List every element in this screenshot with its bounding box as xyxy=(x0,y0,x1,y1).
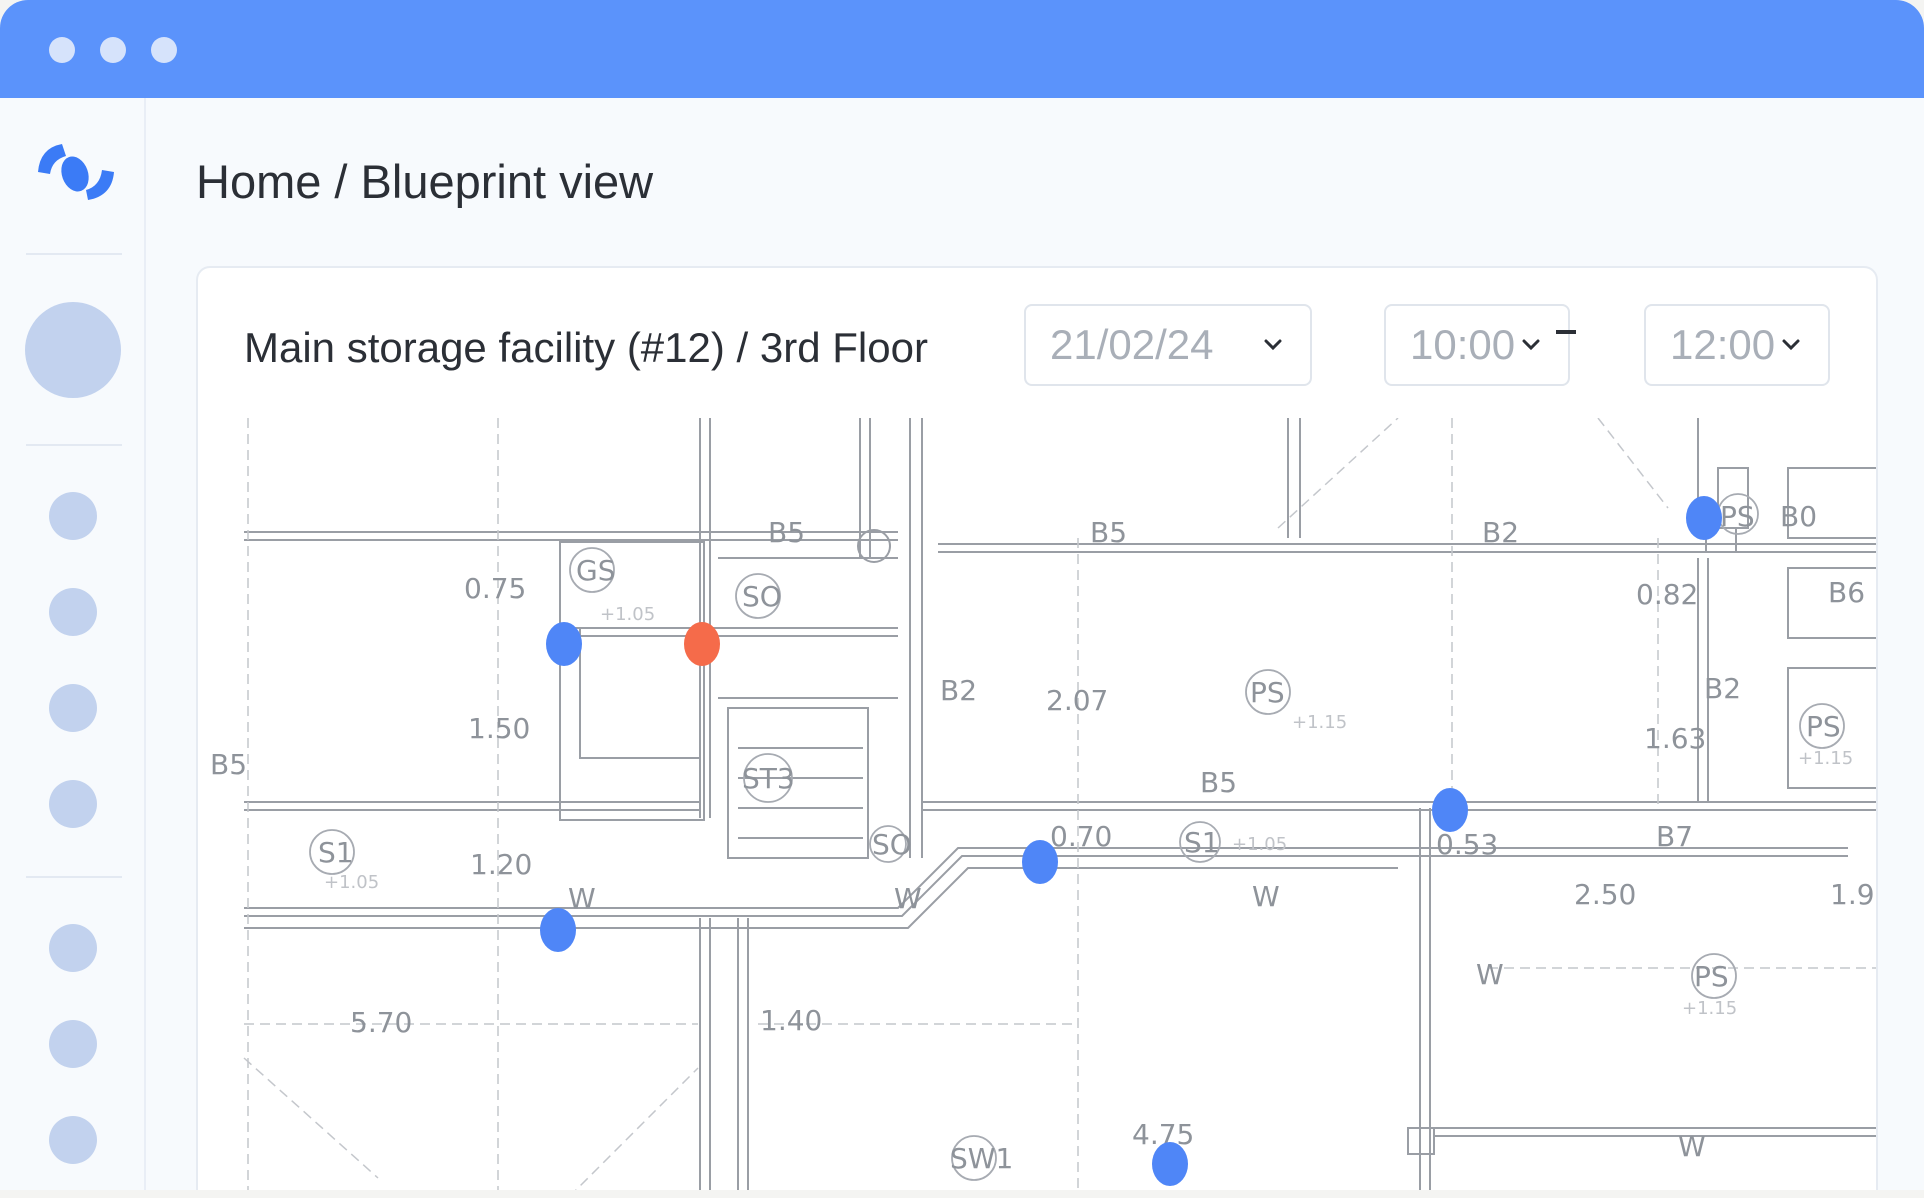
room-label: B2 xyxy=(940,674,977,707)
elevation-label: +1.05 xyxy=(1232,834,1287,855)
sensor-markers xyxy=(540,496,1722,1186)
brand-logo-icon[interactable] xyxy=(30,138,120,208)
sidebar-divider xyxy=(26,876,122,878)
user-avatar[interactable] xyxy=(25,302,121,398)
dimension-label: 2.50 xyxy=(1574,878,1636,911)
sidebar xyxy=(0,98,146,1190)
window-close-dot-icon[interactable] xyxy=(49,37,75,63)
room-label: SO xyxy=(872,828,912,861)
dimension-label: 1.40 xyxy=(760,1004,822,1037)
room-label: B2 xyxy=(1704,672,1741,705)
sidebar-nav-item-1[interactable] xyxy=(49,492,97,540)
time-from-value: 10:00 xyxy=(1410,321,1516,368)
elevation-label: +1.15 xyxy=(1292,712,1347,733)
dimension-label: 2.07 xyxy=(1046,684,1108,717)
blueprint-map[interactable]: B5 B5 B2 B0 B6 B5 B2 B2 B5 B7 GS SO SO S… xyxy=(198,418,1876,1190)
room-label: B5 xyxy=(210,748,247,781)
room-label: PS xyxy=(1694,960,1729,993)
sensor-marker[interactable] xyxy=(1022,840,1058,884)
wall-label: W xyxy=(894,882,922,915)
elevation-label: +1.15 xyxy=(1682,998,1737,1019)
window-titlebar xyxy=(0,0,1924,98)
room-label: B5 xyxy=(1200,766,1237,799)
room-label: PS xyxy=(1250,676,1285,709)
dimension-label: 1.9 xyxy=(1830,878,1875,911)
room-label: PS xyxy=(1720,500,1755,533)
room-label: B0 xyxy=(1780,500,1817,533)
room-label: B5 xyxy=(768,516,805,549)
sensor-marker-alert[interactable] xyxy=(684,622,720,666)
time-from-select[interactable]: 10:00 xyxy=(1384,304,1570,386)
elevation-label: +1.05 xyxy=(324,872,379,893)
facility-title: Main storage facility (#12) / 3rd Floor xyxy=(244,324,928,371)
wall-label: W xyxy=(1252,880,1280,913)
time-to-select[interactable]: 12:00 xyxy=(1644,304,1830,386)
room-label: SW1 xyxy=(950,1142,1013,1175)
dimension-label: 0.53 xyxy=(1436,828,1498,861)
dimension-label: 1.50 xyxy=(468,712,530,745)
dimension-label: 0.75 xyxy=(464,572,526,605)
sensor-marker[interactable] xyxy=(1152,1142,1188,1186)
room-label: B2 xyxy=(1482,516,1519,549)
blueprint-gridlines xyxy=(243,418,1876,1190)
breadcrumb: Home / Blueprint view xyxy=(196,155,654,208)
dimension-label: 1.63 xyxy=(1644,722,1706,755)
chevron-down-icon xyxy=(1264,339,1282,351)
room-label: ST3 xyxy=(742,762,795,795)
chevron-down-icon xyxy=(1522,339,1540,351)
sensor-marker[interactable] xyxy=(540,908,576,952)
sidebar-nav-item-4[interactable] xyxy=(49,780,97,828)
sidebar-divider xyxy=(26,253,122,255)
dimension-label: 1.20 xyxy=(470,848,532,881)
blueprint-walls xyxy=(244,418,1876,1190)
wall-label: W xyxy=(1476,958,1504,991)
time-to-value: 12:00 xyxy=(1670,321,1776,368)
date-value: 21/02/24 xyxy=(1050,321,1214,368)
wall-label: W xyxy=(1678,1130,1706,1163)
elevation-label: +1.05 xyxy=(600,604,655,625)
window-maximize-dot-icon[interactable] xyxy=(151,37,177,63)
sidebar-divider xyxy=(26,444,122,446)
app-window: Home / Blueprint view Main storage facil… xyxy=(0,0,1924,1190)
wall-label: W xyxy=(568,882,596,915)
sidebar-nav-item-3[interactable] xyxy=(49,684,97,732)
window-minimize-dot-icon[interactable] xyxy=(100,37,126,63)
sidebar-nav-item-6[interactable] xyxy=(49,1020,97,1068)
sensor-marker[interactable] xyxy=(1432,788,1468,832)
date-select[interactable]: 21/02/24 xyxy=(1024,304,1312,386)
dimension-label: 5.70 xyxy=(350,1006,412,1039)
room-label: GS xyxy=(576,554,615,587)
sensor-marker[interactable] xyxy=(546,622,582,666)
chevron-down-icon xyxy=(1782,339,1800,351)
room-label: SO xyxy=(742,580,782,613)
sidebar-nav-item-2[interactable] xyxy=(49,588,97,636)
sidebar-nav-item-7[interactable] xyxy=(49,1116,97,1164)
room-label: PS xyxy=(1806,710,1841,743)
room-label: S1 xyxy=(318,836,354,869)
blueprint-card: Main storage facility (#12) / 3rd Floor … xyxy=(196,266,1878,1190)
room-label: B6 xyxy=(1828,576,1865,609)
dimension-label: 0.70 xyxy=(1050,820,1112,853)
sidebar-nav-item-5[interactable] xyxy=(49,924,97,972)
room-label: B7 xyxy=(1656,820,1693,853)
sensor-marker[interactable] xyxy=(1686,496,1722,540)
room-label: B5 xyxy=(1090,516,1127,549)
time-range-separator xyxy=(1556,330,1576,334)
dimension-label: 0.82 xyxy=(1636,578,1698,611)
room-label: S1 xyxy=(1184,826,1220,859)
elevation-label: +1.15 xyxy=(1798,748,1853,769)
